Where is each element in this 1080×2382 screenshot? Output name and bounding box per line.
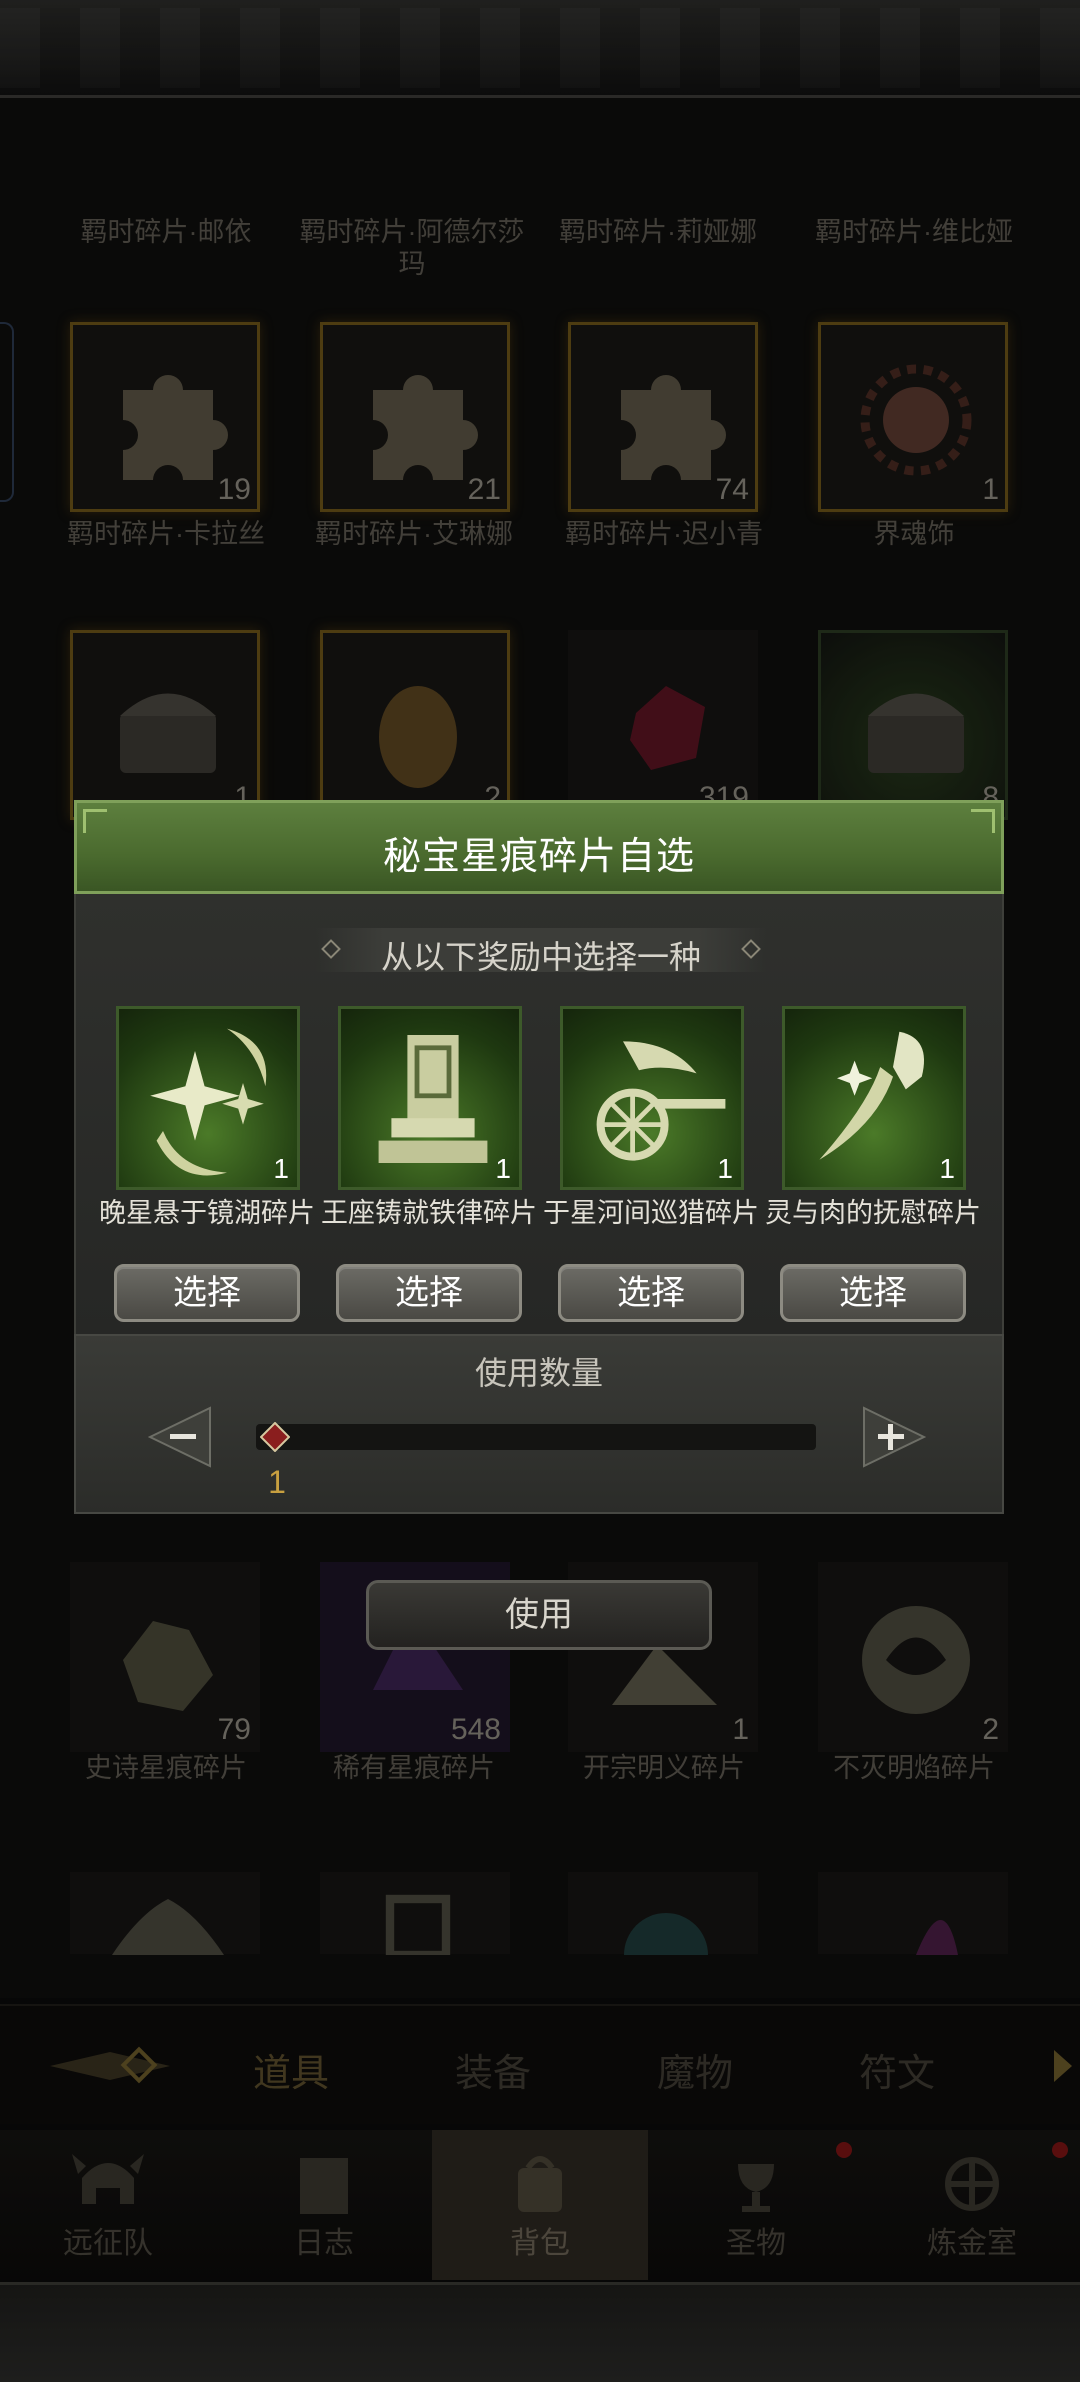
star-moon-icon bbox=[150, 1028, 267, 1176]
dialog-title: 秘宝星痕碎片自选 bbox=[382, 836, 695, 878]
plus-button[interactable] bbox=[856, 1402, 926, 1472]
select-button[interactable]: 选择 bbox=[114, 1264, 300, 1322]
select-button[interactable]: 选择 bbox=[558, 1264, 744, 1322]
slider-thumb[interactable] bbox=[260, 1422, 290, 1452]
reward-name: 晚星悬于镜湖碎片 bbox=[99, 1198, 315, 1228]
use-button[interactable]: 使用 bbox=[366, 1580, 712, 1650]
hand-feather-icon bbox=[819, 1031, 925, 1160]
reward-card[interactable]: 1 bbox=[560, 1006, 744, 1190]
subtitle-banner: 从以下奖励中选择一种 bbox=[316, 928, 766, 975]
quantity-label: 使用数量 bbox=[474, 1355, 603, 1391]
reward-name: 王座铸就铁律碎片 bbox=[321, 1198, 537, 1228]
throne-icon bbox=[378, 1035, 488, 1163]
reward-name: 灵与肉的抚慰碎片 bbox=[765, 1198, 981, 1228]
reward-quantity: 1 bbox=[717, 1153, 733, 1184]
select-reward-dialog: 秘宝星痕碎片自选 从以下奖励中选择一种 1 晚星悬于镜湖碎片 选择 1 王座铸就… bbox=[74, 800, 1004, 1514]
reward-card[interactable]: 1 bbox=[338, 1006, 522, 1190]
select-button[interactable]: 选择 bbox=[780, 1264, 966, 1322]
reward-quantity: 1 bbox=[939, 1153, 955, 1184]
dialog-header: 秘宝星痕碎片自选 bbox=[74, 800, 1004, 894]
quantity-value: 1 bbox=[268, 1464, 286, 1500]
dialog-body: 从以下奖励中选择一种 1 晚星悬于镜湖碎片 选择 1 王座铸就铁律碎片 选择 1… bbox=[74, 894, 1004, 1334]
quantity-slider-track[interactable] bbox=[256, 1424, 816, 1450]
reward-quantity: 1 bbox=[273, 1153, 289, 1184]
quantity-panel: 使用数量 1 bbox=[74, 1334, 1004, 1514]
dialog-subtitle: 从以下奖励中选择一种 bbox=[380, 939, 701, 975]
reward-card[interactable]: 1 bbox=[782, 1006, 966, 1190]
chariot-icon bbox=[596, 1041, 726, 1161]
reward-quantity: 1 bbox=[495, 1153, 511, 1184]
select-button[interactable]: 选择 bbox=[336, 1264, 522, 1322]
reward-card[interactable]: 1 bbox=[116, 1006, 300, 1190]
minus-button[interactable] bbox=[148, 1402, 218, 1472]
reward-name: 于星河间巡猎碎片 bbox=[543, 1198, 759, 1228]
